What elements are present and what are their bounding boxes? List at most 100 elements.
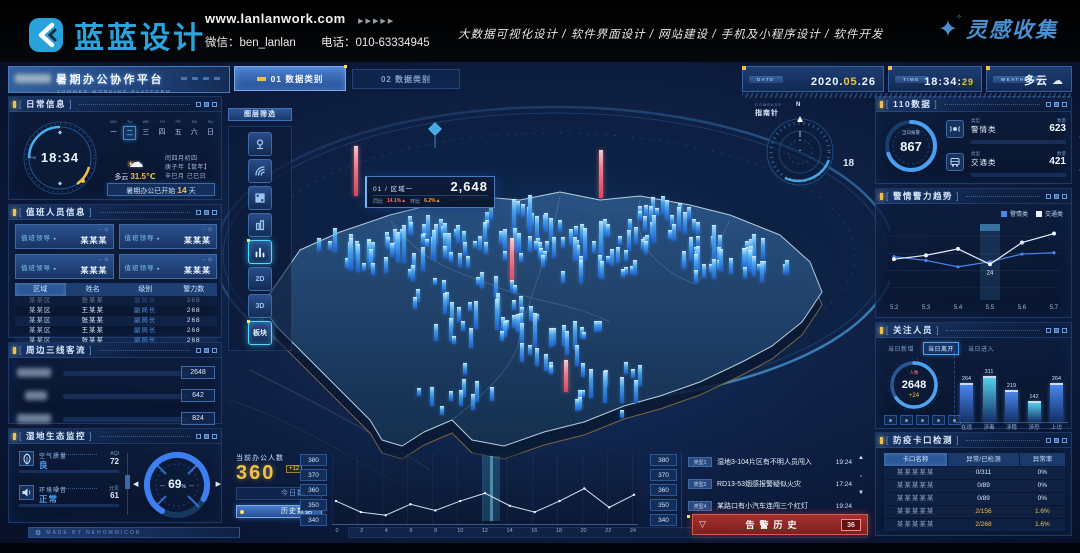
- redacted-line-name: [17, 414, 51, 423]
- panel-control-min-icon[interactable]: [1046, 194, 1051, 199]
- panel-control-pin-icon[interactable]: [204, 348, 209, 353]
- focus-bar: [1005, 390, 1018, 422]
- panel-control-expand-icon[interactable]: [1062, 328, 1067, 333]
- panel-control-expand-icon[interactable]: [212, 348, 217, 353]
- panel-control-min-icon[interactable]: [1046, 328, 1051, 333]
- duty-leader-card[interactable]: 值班领导 ▸⋯ ⊙某某某: [119, 254, 218, 279]
- bar-value: 264: [1052, 376, 1061, 382]
- flow-bar-row: 642: [17, 388, 215, 404]
- bottom-letterbox: [0, 543, 1080, 553]
- legend-swatch: [1001, 211, 1007, 217]
- divider: [681, 453, 682, 529]
- layer-grid-button[interactable]: [248, 186, 272, 210]
- panel-control-expand-icon[interactable]: [212, 210, 217, 215]
- compass-value: 18: [843, 158, 854, 169]
- summer-notice: 暑期办公已开始14天: [107, 183, 215, 196]
- weekday: FR五: [172, 119, 185, 140]
- type-value: 警情类: [971, 124, 997, 135]
- layer-2d-button[interactable]: 2D: [248, 267, 272, 291]
- alert-list-item[interactable]: 类型1 湿地3-104片区有不明人员闯入 19:24: [688, 455, 852, 469]
- time-stat: TIME 18:34:29: [888, 66, 982, 92]
- layer-camera-button[interactable]: [248, 132, 272, 156]
- chevron-right-icon: ▸: [157, 266, 161, 272]
- temperature: 31.5℃: [130, 172, 155, 181]
- scroll-up-icon[interactable]: ▲: [858, 455, 864, 461]
- week-row: MO一 TU二 WE三 TH四 FR五 SA六 SU日: [107, 119, 217, 140]
- category-icon[interactable]: [932, 415, 945, 425]
- date-day: 26: [862, 76, 876, 88]
- website-link[interactable]: www.lanlanwork.com: [205, 11, 346, 26]
- panel-control-pin-icon[interactable]: [1054, 328, 1059, 333]
- layer-chart-button[interactable]: [248, 240, 272, 264]
- time-main: 18:34:: [924, 76, 962, 88]
- alarm-type-row: 类型 警情类 数量 623 ◥: [946, 118, 1066, 148]
- focus-bar-column: 264上访: [1048, 351, 1065, 422]
- alert-scroll-controls: ▲ ● ▼: [858, 455, 864, 496]
- yoy-value: 14.1%: [387, 198, 401, 204]
- weekday: MO一: [107, 119, 120, 140]
- panel-control-expand-icon[interactable]: [1062, 102, 1067, 107]
- compass-chevrons-icon: ⌃⌄: [794, 140, 806, 154]
- weather-stat: WEATHER 多云☁: [986, 66, 1072, 92]
- panel-control-min-icon[interactable]: [196, 102, 201, 107]
- duty-leader-card[interactable]: 值班领导 ▸⋯ ⊙某某某: [15, 224, 114, 249]
- lanlan-logo-icon: [28, 17, 64, 53]
- panel-control-expand-icon[interactable]: [212, 434, 217, 439]
- panel-control-min-icon[interactable]: [196, 210, 201, 215]
- tab-data-category-1[interactable]: 01 数据类别: [234, 66, 346, 91]
- 2d-label: 2D: [256, 276, 265, 283]
- layer-filter: 图层筛选 2D 3D 板块: [228, 108, 292, 351]
- panel-control-min-icon[interactable]: [1046, 438, 1051, 443]
- flow-value: 2648: [181, 366, 215, 379]
- bar-label: 涉恐: [1028, 423, 1039, 431]
- alert-list-item[interactable]: 类型4 某路口有小汽车连闯三个红灯 19:24: [688, 499, 852, 513]
- panel-control-expand-icon[interactable]: [1062, 194, 1067, 199]
- panel-control-pin-icon[interactable]: [204, 210, 209, 215]
- scroll-down-icon[interactable]: ▼: [858, 490, 864, 496]
- alert-type-badge: 类型2: [688, 479, 712, 489]
- layer-block-button[interactable]: 板块: [248, 321, 272, 345]
- panel-tick: [13, 101, 16, 108]
- right-arrow-icon[interactable]: ▶: [216, 480, 221, 488]
- alert-history-button[interactable]: ▽ 告警历史 36: [692, 514, 868, 535]
- table-row: 某某区王某某副局长268: [15, 326, 217, 336]
- duty-leader-card[interactable]: 值班领导 ▸⋯ ⊙某某某: [15, 254, 114, 279]
- left-arrow-icon[interactable]: ◀: [133, 480, 138, 488]
- panel-control-min-icon[interactable]: [196, 348, 201, 353]
- panel-control-expand-icon[interactable]: [212, 102, 217, 107]
- panel-title: 警情警力趋势: [893, 190, 953, 202]
- focus-count-gauge: 人数 2648 +24: [886, 357, 942, 413]
- alert-list-item[interactable]: 类型2 RD13-53烟感报警疑似火灾 17:24: [688, 477, 852, 491]
- duty-name: 某某某: [184, 265, 211, 276]
- made-by-bar: ⚙ MADE BY NEHOMMICOR: [28, 527, 240, 538]
- weekday: SA六: [188, 119, 201, 140]
- category-icon[interactable]: [916, 415, 929, 425]
- layer-3d-button[interactable]: 3D: [248, 294, 272, 318]
- layer-signal-button[interactable]: [248, 159, 272, 183]
- office-x-axis: 024681012141618202224: [332, 528, 638, 534]
- duty-leader-card[interactable]: 值班领导 ▸⋯ ⊙某某某: [119, 224, 218, 249]
- table-row: 某某某某某0/890%: [884, 493, 1065, 505]
- dashboard: 暑期办公协作平台 SUMMER WORKING PLATFORM 01 数据类别…: [0, 62, 1080, 543]
- lunar-calendar: 闰四月初四 庚子年【鼠年】 辛巳月 己巳日: [165, 155, 211, 182]
- panel-control-min-icon[interactable]: [196, 434, 201, 439]
- panel-focus-persons: [关注人员] 当日新增 当日离开 当日进入 人数 2648 +24 264在逃3…: [875, 322, 1072, 429]
- panel-control-expand-icon[interactable]: [1062, 438, 1067, 443]
- category-icon[interactable]: [900, 415, 913, 425]
- panel-control-min-icon[interactable]: [1046, 102, 1051, 107]
- panel-control-pin-icon[interactable]: [1054, 194, 1059, 199]
- focus-count-delta: +24: [886, 393, 942, 399]
- layer-building-button[interactable]: [248, 213, 272, 237]
- y-axis-tick: 380: [650, 454, 677, 466]
- panel-control-pin-icon[interactable]: [204, 434, 209, 439]
- scroll-dot-icon[interactable]: ●: [860, 473, 862, 478]
- tab-data-category-2[interactable]: 02 数据类别: [352, 69, 460, 89]
- compass[interactable]: COMPASS 指南针 N ⌃⌄ 18: [755, 102, 845, 194]
- count-value: 623: [1049, 123, 1066, 134]
- panel-control-pin-icon[interactable]: [1054, 438, 1059, 443]
- panel-control-pin-icon[interactable]: [1054, 102, 1059, 107]
- tab-new-today[interactable]: 当日新增: [884, 343, 918, 354]
- panel-control-pin-icon[interactable]: [204, 102, 209, 107]
- cloud-icon: ☁: [129, 154, 144, 171]
- category-icon[interactable]: [884, 415, 897, 425]
